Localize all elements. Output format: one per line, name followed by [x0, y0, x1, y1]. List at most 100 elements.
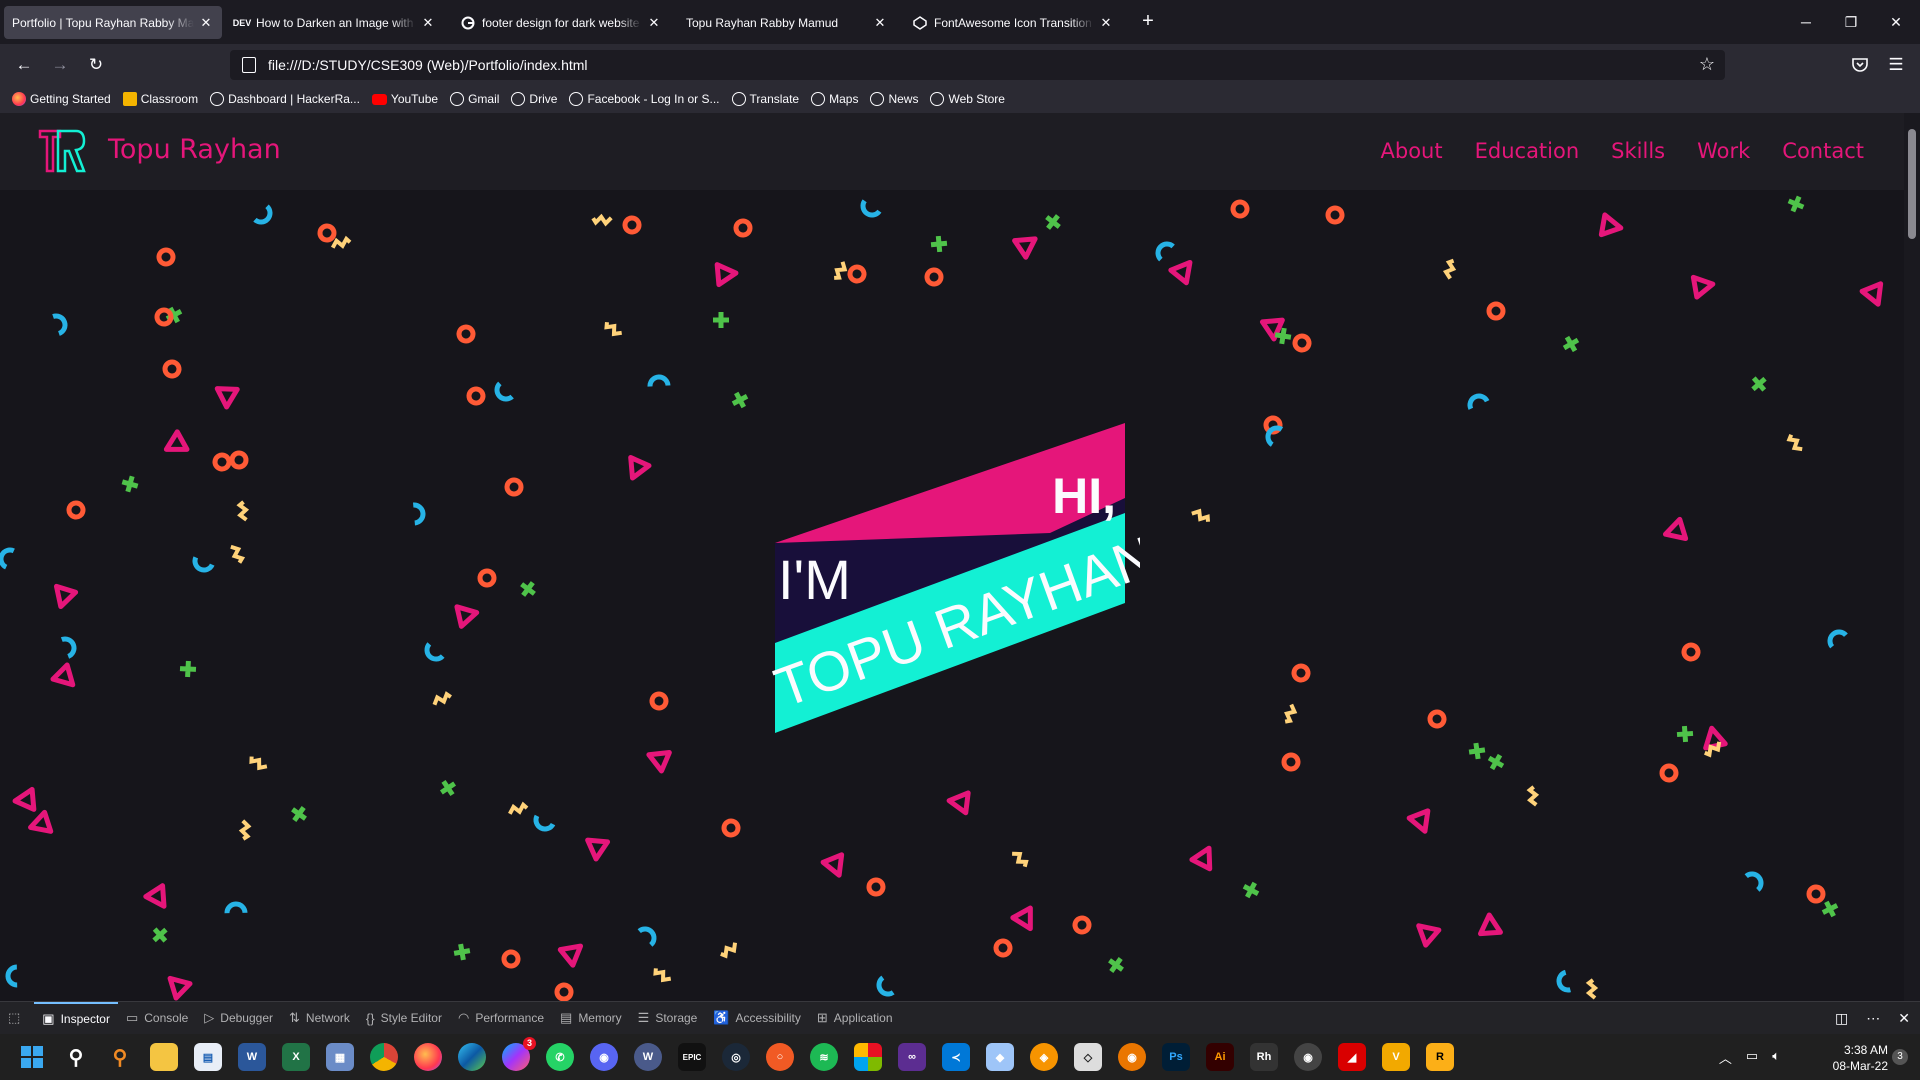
- spotify-icon[interactable]: ≋: [810, 1043, 838, 1071]
- bookmark-facebook[interactable]: Facebook - Log In or S...: [569, 92, 720, 106]
- unity-icon[interactable]: ◇: [1074, 1043, 1102, 1071]
- close-window-icon[interactable]: ✕: [1874, 6, 1918, 38]
- rockstar-icon[interactable]: R: [1426, 1043, 1454, 1071]
- bookmark-star-icon[interactable]: ☆: [1699, 54, 1715, 75]
- tr-logo-icon[interactable]: [38, 127, 86, 175]
- bookmark-maps[interactable]: Maps: [811, 92, 858, 106]
- windows-start-icon[interactable]: [18, 1043, 46, 1071]
- clock-time: 3:38 AM: [1843, 1043, 1888, 1057]
- devtools-tab-application[interactable]: ⊞ Application: [809, 1002, 901, 1034]
- illustrator-icon[interactable]: Ai: [1206, 1043, 1234, 1071]
- nav-about[interactable]: About: [1381, 139, 1443, 163]
- devtools-tab-storage[interactable]: ☰ Storage: [630, 1002, 706, 1034]
- bookmark-classroom[interactable]: Classroom: [122, 92, 198, 106]
- chrome-icon[interactable]: [370, 1043, 398, 1071]
- brave-icon[interactable]: ◈: [1030, 1043, 1058, 1071]
- wps-icon[interactable]: W: [634, 1043, 662, 1071]
- menu-icon[interactable]: ☰: [1882, 52, 1910, 78]
- bookmark-gmail[interactable]: Gmail: [450, 92, 499, 106]
- address-bar[interactable]: file:///D:/STUDY/CSE309 (Web)/Portfolio/…: [230, 50, 1725, 80]
- devtools-tab-performance[interactable]: ◠ Performance: [450, 1002, 552, 1034]
- bookmark-translate[interactable]: Translate: [731, 92, 799, 106]
- vscode-icon[interactable]: ≺: [942, 1043, 970, 1071]
- notification-badge[interactable]: 3: [1892, 1049, 1908, 1065]
- discord-icon[interactable]: ◉: [590, 1043, 618, 1071]
- blender-icon[interactable]: ◉: [1118, 1043, 1146, 1071]
- close-tab-icon[interactable]: ✕: [420, 15, 436, 31]
- zigzag-shape: [238, 819, 252, 841]
- devtools-tab-accessibility[interactable]: ♿ Accessibility: [705, 1002, 809, 1034]
- devtools-tab-network[interactable]: ⇅ Network: [281, 1002, 358, 1034]
- scrollbar-thumb[interactable]: [1908, 129, 1916, 239]
- page-scrollbar[interactable]: [1904, 113, 1920, 1001]
- pocket-icon[interactable]: [1846, 52, 1874, 78]
- excel-icon[interactable]: X: [282, 1043, 310, 1071]
- tab-darken-image[interactable]: DEV How to Darken an Image with CSS ✕: [226, 6, 444, 39]
- nav-work[interactable]: Work: [1697, 139, 1750, 163]
- devtools-tab-style-editor[interactable]: {} Style Editor: [358, 1002, 450, 1034]
- minimize-icon[interactable]: ─: [1784, 6, 1828, 38]
- origin-icon[interactable]: ○: [766, 1043, 794, 1071]
- close-devtools-icon[interactable]: ✕: [1898, 1010, 1910, 1027]
- element-picker-icon[interactable]: ⬚: [0, 1002, 34, 1034]
- nav-education[interactable]: Education: [1475, 139, 1580, 163]
- tab-fontawesome[interactable]: FontAwesome Icon Transition Hover Effect…: [904, 6, 1122, 39]
- epic-games-icon[interactable]: EPIC: [678, 1043, 706, 1071]
- 3d-box-icon[interactable]: ◆: [986, 1043, 1014, 1071]
- ring-shape: [504, 477, 524, 497]
- bookmark-drive[interactable]: Drive: [511, 92, 557, 106]
- zigzag-shape: [1526, 785, 1540, 807]
- reload-icon[interactable]: ↻: [82, 52, 110, 78]
- network-icon[interactable]: ▭: [1746, 1048, 1758, 1067]
- tab-footer-search[interactable]: footer design for dark website - Google …: [452, 6, 670, 39]
- bookmark-web-store[interactable]: Web Store: [930, 92, 1005, 106]
- everything-search-icon[interactable]: ⚲: [106, 1043, 134, 1071]
- new-tab-icon[interactable]: +: [1136, 10, 1160, 34]
- tab-topu-rayhan[interactable]: Topu Rayhan Rabby Mamud ✕: [678, 6, 896, 39]
- notepad-icon[interactable]: ▤: [194, 1043, 222, 1071]
- tab-portfolio[interactable]: Portfolio | Topu Rayhan Rabby Mamud ✕: [4, 6, 222, 39]
- more-options-icon[interactable]: ⋯: [1866, 1010, 1880, 1027]
- close-tab-icon[interactable]: ✕: [1098, 15, 1114, 31]
- close-tab-icon[interactable]: ✕: [198, 15, 214, 31]
- obs-icon[interactable]: ◉: [1294, 1043, 1322, 1071]
- forward-arrow-icon[interactable]: →: [46, 52, 74, 78]
- arc-shape: [637, 926, 657, 947]
- speaker-icon[interactable]: 🔈︎: [1772, 1048, 1780, 1067]
- devtools-tab-console[interactable]: ▭ Console: [118, 1002, 196, 1034]
- devtools-tab-memory[interactable]: ▤ Memory: [552, 1002, 630, 1034]
- whatsapp-icon[interactable]: ✆: [546, 1043, 574, 1071]
- globe-icon: [511, 92, 526, 106]
- arc-shape: [647, 374, 671, 387]
- file-explorer-icon[interactable]: [150, 1043, 178, 1071]
- messenger-icon[interactable]: 3: [502, 1037, 536, 1071]
- brand-name[interactable]: Topu Rayhan: [108, 134, 281, 165]
- devtools-tab-inspector[interactable]: ▣ Inspector: [34, 1002, 118, 1034]
- bookmark-youtube[interactable]: YouTube: [371, 92, 438, 106]
- control-panel-icon[interactable]: ▦: [326, 1043, 354, 1071]
- rhino-icon[interactable]: Rh: [1250, 1043, 1278, 1071]
- nav-skills[interactable]: Skills: [1611, 139, 1665, 163]
- close-tab-icon[interactable]: ✕: [646, 15, 662, 31]
- bookmark-hackerrank[interactable]: Dashboard | HackerRa...: [210, 92, 360, 106]
- bookmark-news[interactable]: News: [870, 92, 918, 106]
- word-icon[interactable]: W: [238, 1043, 266, 1071]
- restore-icon[interactable]: ❐: [1829, 6, 1873, 38]
- edge-icon[interactable]: [458, 1043, 486, 1071]
- firefox-icon[interactable]: [414, 1043, 442, 1071]
- forza-icon[interactable]: ◢: [1338, 1043, 1366, 1071]
- microsoft-store-icon[interactable]: [854, 1043, 882, 1071]
- search-icon[interactable]: ⚲: [62, 1043, 90, 1071]
- devtools-tab-debugger[interactable]: ▷ Debugger: [196, 1002, 281, 1034]
- bookmark-getting-started[interactable]: Getting Started: [12, 92, 111, 106]
- dock-side-icon[interactable]: ◫: [1835, 1010, 1848, 1027]
- nav-contact[interactable]: Contact: [1782, 139, 1864, 163]
- photoshop-icon[interactable]: Ps: [1162, 1043, 1190, 1071]
- close-tab-icon[interactable]: ✕: [872, 15, 888, 31]
- taskbar-clock[interactable]: 3:38 AM 08-Mar-22: [1833, 1042, 1888, 1074]
- back-arrow-icon[interactable]: ←: [10, 52, 38, 78]
- steam-icon[interactable]: ◎: [722, 1043, 750, 1071]
- visual-studio-icon[interactable]: ∞: [898, 1043, 926, 1071]
- valorant-icon[interactable]: V: [1382, 1043, 1410, 1071]
- chevron-up-icon[interactable]: ︿: [1719, 1048, 1732, 1067]
